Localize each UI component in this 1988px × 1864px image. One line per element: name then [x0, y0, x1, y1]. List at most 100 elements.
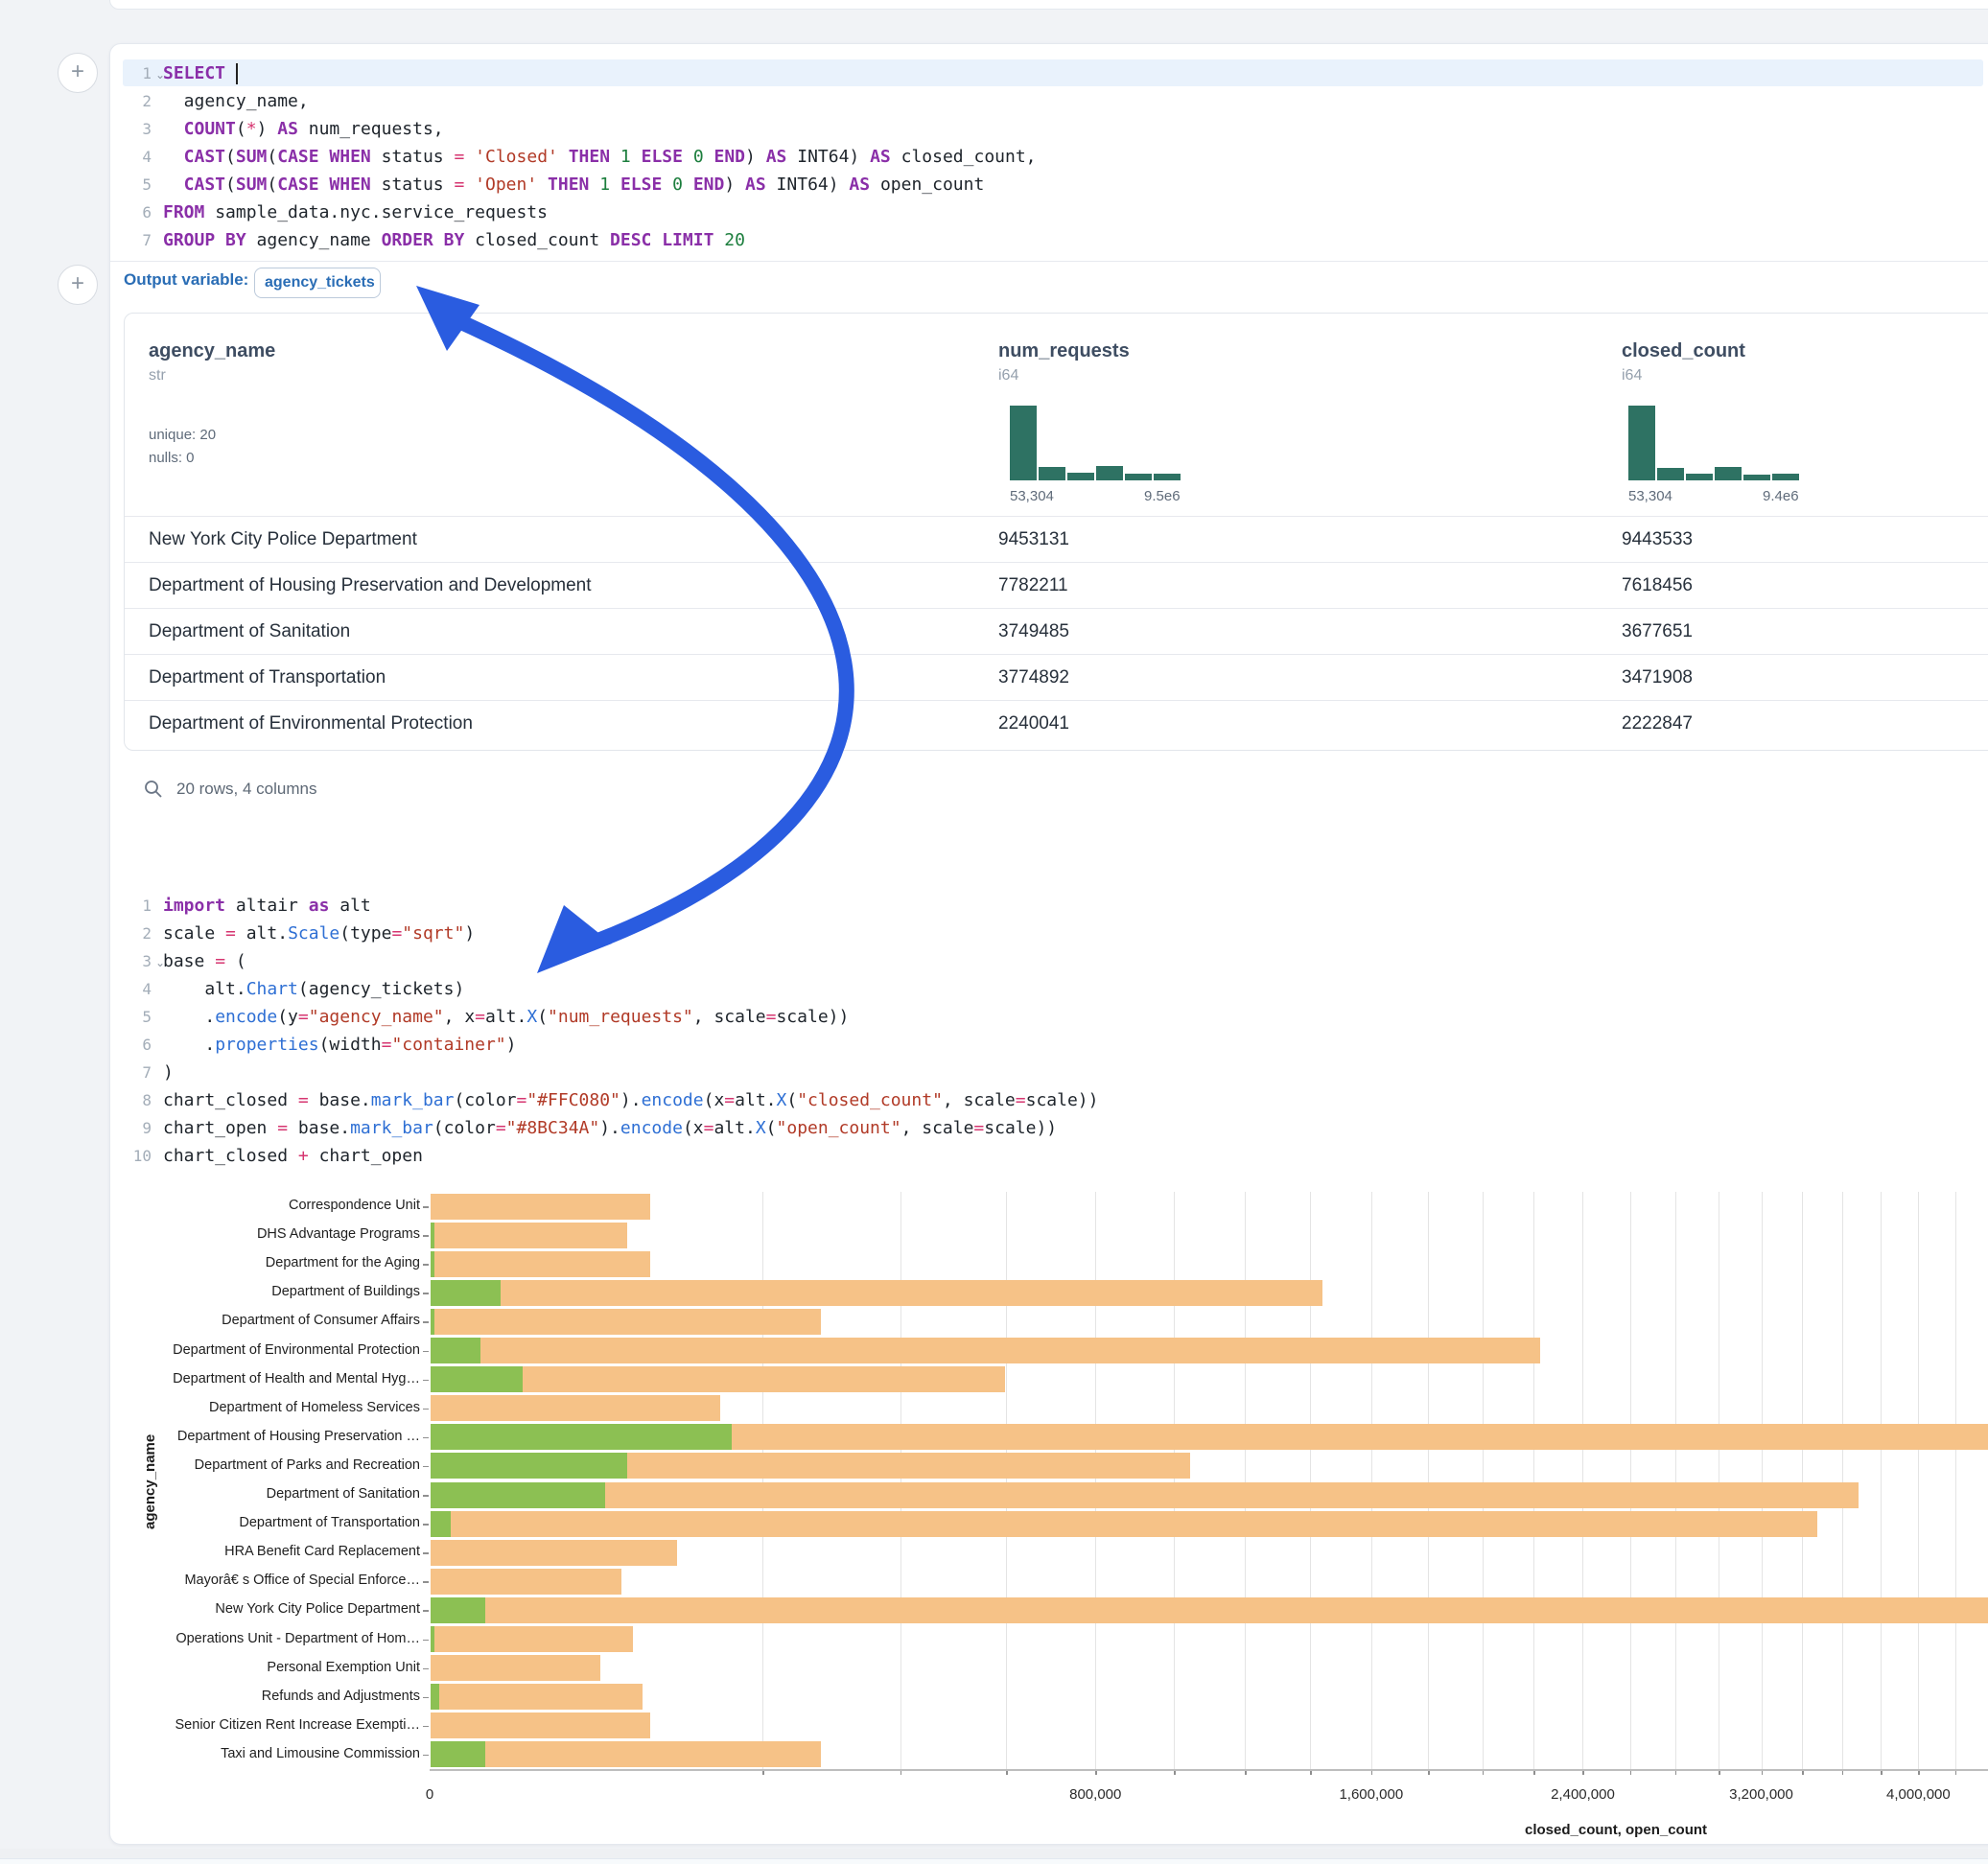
y-axis-tick	[423, 1264, 429, 1266]
y-axis-label: Department of Transportation	[132, 1515, 420, 1530]
python-line-number: 5	[119, 1003, 152, 1031]
gridline	[1955, 1192, 1956, 1769]
y-axis-label: Department of Environmental Protection	[132, 1342, 420, 1358]
y-axis-label: Department of Homeless Services	[132, 1400, 420, 1415]
sql-line-number: 4	[119, 143, 152, 171]
sql-code-line[interactable]: CAST(SUM(CASE WHEN status = 'Open' THEN …	[163, 171, 984, 198]
y-axis-tick	[423, 1610, 429, 1612]
x-axis-tick-label: 4,000,000	[1875, 1786, 1961, 1803]
y-axis-tick	[423, 1437, 429, 1439]
y-axis-label: Operations Unit - Department of Hom…	[132, 1631, 420, 1646]
y-axis-tick	[423, 1755, 429, 1757]
python-code-line[interactable]: chart_closed + chart_open	[163, 1142, 423, 1170]
histogram-min-label: 53,304	[1628, 488, 1672, 504]
sql-code-line[interactable]: CAST(SUM(CASE WHEN status = 'Closed' THE…	[163, 143, 1037, 171]
python-code-line[interactable]: scale = alt.Scale(type="sqrt")	[163, 920, 475, 947]
sql-code-line[interactable]: SELECT	[163, 59, 238, 87]
python-line-number: 8	[119, 1086, 152, 1114]
column-header-agency_name[interactable]: agency_name	[149, 340, 275, 362]
bar-open_count	[431, 1482, 605, 1508]
sql-line-number: 5	[119, 171, 152, 198]
y-axis-label: Department of Buildings	[132, 1284, 420, 1299]
add-cell-button-output[interactable]: +	[58, 265, 98, 305]
table-row[interactable]: Department of Housing Preservation and D…	[125, 562, 1988, 609]
y-axis-label: Personal Exemption Unit	[132, 1660, 420, 1675]
y-axis-label: Department of Consumer Affairs	[132, 1313, 420, 1328]
column-header-num_requests[interactable]: num_requests	[998, 340, 1130, 362]
bar-open_count	[431, 1338, 480, 1363]
next-cell-edge	[0, 1858, 1988, 1864]
notebook-page: + + 1⌄SELECT 2 agency_name,3 COUNT(*) AS…	[0, 0, 1988, 1864]
gridline	[1095, 1192, 1096, 1769]
add-cell-button-top[interactable]: +	[58, 53, 98, 93]
y-axis-tick	[423, 1409, 429, 1410]
sql-code-line[interactable]: FROM sample_data.nyc.service_requests	[163, 198, 548, 226]
bar-closed_count	[431, 1684, 643, 1710]
sql-code-line[interactable]: GROUP BY agency_name ORDER BY closed_cou…	[163, 226, 745, 254]
sql-code-line[interactable]: COUNT(*) AS num_requests,	[163, 115, 444, 143]
x-axis-tick-label: 2,400,000	[1539, 1786, 1625, 1803]
table-row[interactable]: Department of Environmental Protection22…	[125, 700, 1988, 747]
bar-closed_count	[431, 1626, 633, 1652]
x-axis-tick-label: 800,000	[1052, 1786, 1138, 1803]
table-row[interactable]: New York City Police Department945313194…	[125, 516, 1988, 563]
python-code-line[interactable]: chart_closed = base.mark_bar(color="#FFC…	[163, 1086, 1098, 1114]
table-row[interactable]: Department of Transportation377489234719…	[125, 654, 1988, 701]
bar-open_count	[431, 1223, 434, 1248]
y-axis-label: Refunds and Adjustments	[132, 1689, 420, 1704]
y-axis-label: Correspondence Unit	[132, 1198, 420, 1213]
bar-closed_count	[431, 1540, 677, 1566]
cell-closed-count: 3677651	[1622, 609, 1693, 655]
python-code-line[interactable]: .encode(y="agency_name", x=alt.X("num_re…	[163, 1003, 849, 1031]
column-stats: unique: 20	[149, 427, 216, 443]
column-type: str	[149, 367, 166, 384]
python-line-number: 4	[119, 975, 152, 1003]
y-axis-tick	[423, 1524, 429, 1526]
column-histogram-bar	[1154, 474, 1181, 480]
python-code-line[interactable]: )	[163, 1059, 174, 1086]
y-axis-tick	[423, 1495, 429, 1497]
column-histogram-bar	[1772, 474, 1799, 480]
bar-open_count	[431, 1741, 485, 1767]
gridline	[1762, 1192, 1763, 1769]
python-line-number: 9	[119, 1114, 152, 1142]
column-histogram-bar	[1743, 475, 1770, 480]
sql-code-line[interactable]: agency_name,	[163, 87, 309, 115]
y-axis-label: Senior Citizen Rent Increase Exempti…	[132, 1717, 420, 1733]
y-axis-tick	[423, 1697, 429, 1699]
cell-num-requests: 7782211	[998, 563, 1068, 609]
x-axis-tick-label: 0	[386, 1786, 473, 1803]
bar-open_count	[431, 1424, 732, 1450]
search-icon[interactable]	[144, 780, 163, 799]
python-code-line[interactable]: .properties(width="container")	[163, 1031, 517, 1059]
sql-line-number: 3	[119, 115, 152, 143]
x-axis-tick-label: 3,200,000	[1719, 1786, 1805, 1803]
gridline	[1842, 1192, 1843, 1769]
active-line-highlight	[123, 59, 1983, 86]
bar-open_count	[431, 1684, 439, 1710]
python-code-line[interactable]: base = (	[163, 947, 246, 975]
bar-open_count	[431, 1597, 485, 1623]
gridline	[1918, 1192, 1919, 1769]
table-row[interactable]: Department of Sanitation37494853677651	[125, 608, 1988, 655]
previous-cell-edge	[109, 0, 1988, 10]
y-axis-tick	[423, 1380, 429, 1382]
bar-open_count	[431, 1309, 434, 1335]
dataframe-preview-table[interactable]: agency_namestrunique: 20nulls: 0num_requ…	[124, 313, 1988, 751]
python-line-number: 1	[119, 892, 152, 920]
bar-closed_count	[431, 1395, 720, 1421]
x-axis-title: closed_count, open_count	[1525, 1822, 1707, 1838]
gridline	[1881, 1192, 1882, 1769]
cell-num-requests: 2240041	[998, 701, 1069, 747]
python-code-line[interactable]: chart_open = base.mark_bar(color="#8BC34…	[163, 1114, 1057, 1142]
python-code-line[interactable]: import altair as alt	[163, 892, 371, 920]
python-code-line[interactable]: alt.Chart(agency_tickets)	[163, 975, 464, 1003]
gridline	[1310, 1192, 1311, 1769]
cell-closed-count: 9443533	[1622, 517, 1693, 563]
bar-closed_count	[431, 1741, 821, 1767]
cell-agency-name: Department of Transportation	[149, 655, 386, 701]
column-header-closed_count[interactable]: closed_count	[1622, 340, 1745, 362]
gridline	[1174, 1192, 1175, 1769]
output-variable-pill[interactable]: agency_tickets	[254, 268, 381, 298]
bar-closed_count	[431, 1223, 627, 1248]
